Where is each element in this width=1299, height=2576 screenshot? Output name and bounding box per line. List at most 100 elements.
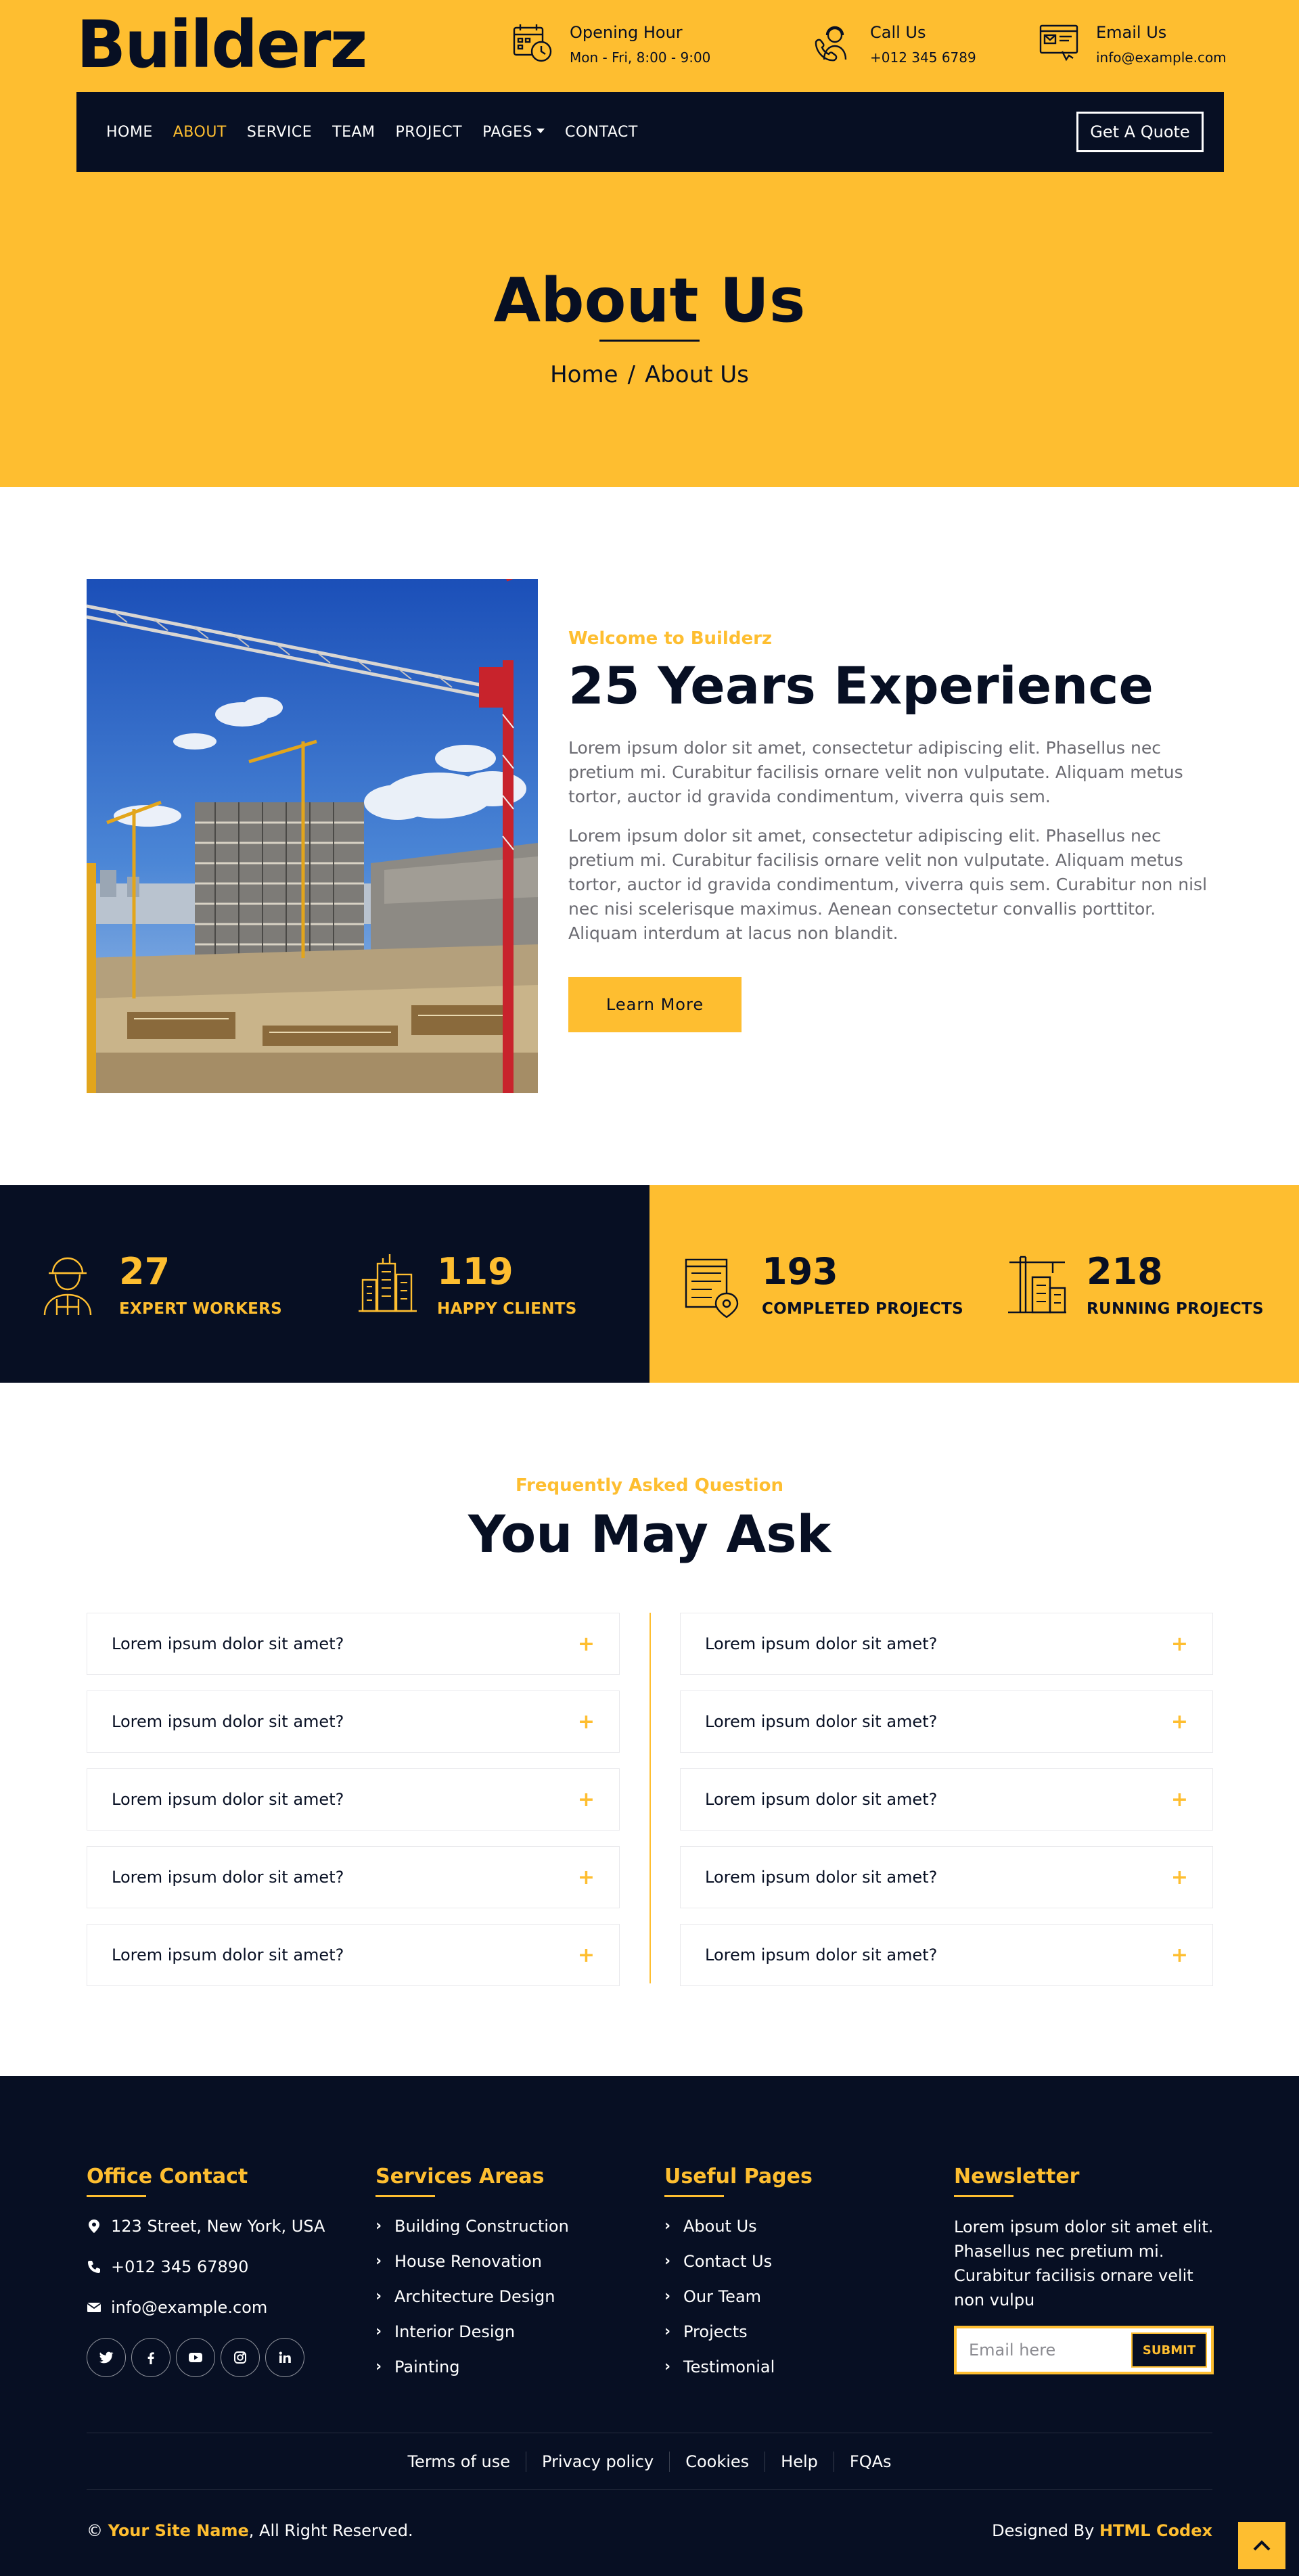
footer-newsletter: Newsletter Lorem ipsum dolor sit amet el… [954, 2164, 1218, 2374]
footer-bottom-link[interactable]: FQAs [834, 2452, 907, 2472]
designer-link[interactable]: HTML Codex [1099, 2521, 1212, 2540]
about-content: Welcome to Builderz 25 Years Experience … [568, 628, 1218, 1032]
twitter-icon[interactable] [87, 2338, 126, 2377]
footer-divider [87, 2489, 1212, 2490]
footer-link-label: Painting [394, 2358, 460, 2376]
nav-team[interactable]: TEAM [332, 124, 375, 141]
footer-link-label: About Us [683, 2217, 757, 2236]
plus-icon[interactable]: + [1171, 1866, 1188, 1889]
nav-pages-label: PAGES [482, 123, 532, 141]
linkedin-icon[interactable] [265, 2338, 304, 2377]
footer-link-label: Interior Design [394, 2322, 516, 2341]
footer-link-label: Testimonial [683, 2358, 775, 2376]
nav-pages-dropdown[interactable]: PAGES [482, 124, 545, 141]
nav-service[interactable]: SERVICE [247, 124, 312, 141]
nav-project[interactable]: PROJECT [396, 124, 463, 141]
address-text: 123 Street, New York, USA [111, 2217, 325, 2236]
call-us-value[interactable]: +012 345 6789 [870, 47, 976, 68]
breadcrumb-current: About Us [644, 361, 749, 388]
footer-heading: Services Areas [375, 2165, 545, 2188]
call-us-label: Call Us [870, 23, 926, 42]
faq-column-left: Lorem ipsum dolor sit amet? + Lorem ipsum… [87, 1613, 620, 2002]
breadcrumb: Home / About Us [0, 361, 1299, 388]
footer-useful-pages: Useful Pages › About Us › Contact Us › Our … [664, 2164, 813, 2392]
footer-bottom-links: Terms of use Privacy policy Cookies Help… [0, 2452, 1299, 2472]
youtube-icon[interactable] [176, 2338, 215, 2377]
footer-link[interactable]: › Painting [375, 2357, 569, 2377]
footer-link[interactable]: › House Renovation [375, 2251, 569, 2272]
site-name-link[interactable]: Your Site Name [108, 2521, 249, 2540]
faq-item[interactable]: Lorem ipsum dolor sit amet? + [87, 1846, 620, 1908]
site-footer: Office Contact 123 Street, New York, USA… [0, 2076, 1299, 2576]
faq-item[interactable]: Lorem ipsum dolor sit amet? + [680, 1768, 1213, 1831]
facebook-icon[interactable] [131, 2338, 170, 2377]
plus-icon[interactable]: + [1171, 1944, 1188, 1967]
about-paragraph-2: Lorem ipsum dolor sit amet, consectetur … [568, 826, 1208, 943]
nav-home[interactable]: HOME [106, 124, 153, 141]
footer-bottom-link[interactable]: Help [765, 2452, 834, 2472]
chevron-right-icon: › [375, 2323, 382, 2340]
faq-item[interactable]: Lorem ipsum dolor sit amet? + [87, 1613, 620, 1675]
newsletter-email-input[interactable] [957, 2328, 1133, 2372]
worker-icon [38, 1250, 101, 1318]
footer-link[interactable]: › Projects [664, 2322, 813, 2342]
about-eyebrow: Welcome to Builderz [568, 628, 773, 649]
instagram-icon[interactable] [221, 2338, 260, 2377]
back-to-top-button[interactable] [1238, 2522, 1285, 2569]
plus-icon[interactable]: + [578, 1788, 595, 1812]
stat-value: 27 [119, 1250, 170, 1293]
footer-bottom-link[interactable]: Cookies [670, 2452, 766, 2472]
copyright-suffix: , All Right Reserved. [248, 2521, 413, 2540]
footer-heading: Newsletter [954, 2165, 1080, 2188]
nav-contact[interactable]: CONTACT [565, 124, 638, 141]
opening-hour-info: Opening Hour Mon - Fri, 8:00 - 9:00 [511, 22, 710, 68]
breadcrumb-home[interactable]: Home [550, 361, 618, 388]
get-quote-button[interactable]: Get A Quote [1076, 112, 1204, 152]
footer-bottom-link[interactable]: Privacy policy [526, 2452, 670, 2472]
plus-icon[interactable]: + [578, 1944, 595, 1967]
plus-icon[interactable]: + [1171, 1788, 1188, 1812]
newsletter-submit-button[interactable]: SUBMIT [1131, 2332, 1207, 2368]
faq-item[interactable]: Lorem ipsum dolor sit amet? + [680, 1690, 1213, 1753]
designed-by-label: Designed By [992, 2521, 1095, 2540]
footer-link[interactable]: › Our Team [664, 2286, 813, 2307]
email-us-value[interactable]: info@example.com [1096, 47, 1227, 68]
brand-logo[interactable]: Builderz [76, 8, 367, 81]
stats-dark-half: 27 Expert Workers 119 Happy Clie [0, 1185, 650, 1383]
chevron-right-icon: › [664, 2288, 671, 2305]
plus-icon[interactable]: + [1171, 1632, 1188, 1656]
faq-item[interactable]: Lorem ipsum dolor sit amet? + [87, 1690, 620, 1753]
footer-link[interactable]: › Interior Design [375, 2322, 569, 2342]
stat-value: 119 [437, 1250, 514, 1293]
faq-item[interactable]: Lorem ipsum dolor sit amet? + [680, 1846, 1213, 1908]
faq-item[interactable]: Lorem ipsum dolor sit amet? + [87, 1924, 620, 1986]
stats-band: 27 Expert Workers 119 Happy Clie [0, 1185, 1299, 1383]
faq-question: Lorem ipsum dolor sit amet? [705, 1634, 938, 1653]
plus-icon[interactable]: + [1171, 1710, 1188, 1734]
faq-item[interactable]: Lorem ipsum dolor sit amet? + [87, 1768, 620, 1831]
footer-phone[interactable]: +012 345 67890 [87, 2257, 325, 2277]
plus-icon[interactable]: + [578, 1866, 595, 1889]
footer-email[interactable]: info@example.com [87, 2297, 325, 2318]
footer-link[interactable]: › Testimonial [664, 2357, 813, 2377]
faq-item[interactable]: Lorem ipsum dolor sit amet? + [680, 1924, 1213, 1986]
page-title: About Us [493, 265, 806, 336]
nav-about[interactable]: ABOUT [173, 124, 227, 141]
footer-bottom-link[interactable]: Terms of use [392, 2452, 527, 2472]
plus-icon[interactable]: + [578, 1710, 595, 1734]
faq-item[interactable]: Lorem ipsum dolor sit amet? + [680, 1613, 1213, 1675]
copyright-symbol: © [87, 2521, 103, 2540]
stat-label: Running Projects [1087, 1300, 1264, 1318]
faq-question: Lorem ipsum dolor sit amet? [112, 1946, 344, 1964]
footer-link[interactable]: › Building Construction [375, 2216, 569, 2236]
title-underline [599, 340, 700, 342]
stat-label: Happy Clients [437, 1300, 577, 1318]
learn-more-button[interactable]: Learn More [568, 977, 742, 1032]
plus-icon[interactable]: + [578, 1632, 595, 1656]
faq-heading: You May Ask [468, 1504, 831, 1564]
newsletter-form: SUBMIT [954, 2326, 1214, 2374]
footer-link[interactable]: › Contact Us [664, 2251, 813, 2272]
call-us-info: Call Us +012 345 6789 [812, 22, 976, 68]
footer-link[interactable]: › About Us [664, 2216, 813, 2236]
footer-link[interactable]: › Architecture Design [375, 2286, 569, 2307]
